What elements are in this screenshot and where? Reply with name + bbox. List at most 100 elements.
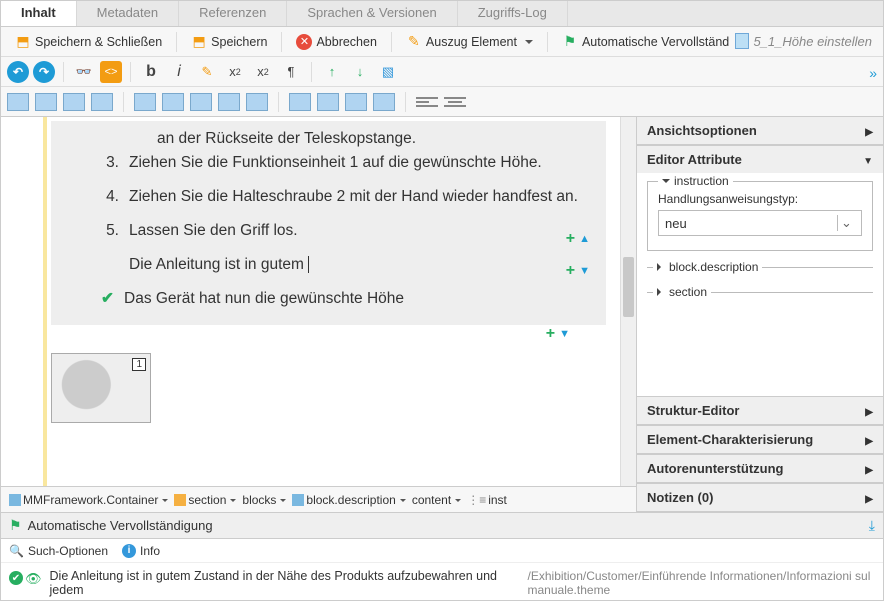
table-btn-5[interactable] bbox=[134, 93, 156, 111]
arrow-down-button[interactable]: ↓ bbox=[348, 60, 372, 84]
bc-inst[interactable]: ⋮≡inst bbox=[467, 493, 507, 507]
tab-metadata[interactable]: Metadaten bbox=[77, 1, 179, 26]
author-support-label: Autorenunterstützung bbox=[647, 461, 783, 476]
collapse-bottom-panel[interactable]: ⤓ bbox=[869, 517, 875, 534]
insert-handle-1[interactable]: +▲ bbox=[566, 227, 590, 252]
section-legend[interactable]: section bbox=[653, 285, 711, 299]
expand-format-toolbar[interactable]: » bbox=[869, 65, 877, 81]
autocomplete-result-row[interactable]: ✔ 👁 Die Anleitung ist in gutem Zustand i… bbox=[1, 563, 883, 603]
table-btn-1[interactable] bbox=[7, 93, 29, 111]
table-btn-4[interactable] bbox=[91, 93, 113, 111]
chevron-right-icon bbox=[865, 433, 873, 447]
bold-button[interactable]: b bbox=[139, 60, 163, 84]
extract-element-button[interactable]: ✎ Auszug Element bbox=[398, 31, 541, 53]
accordion-elem-char[interactable]: Element-Charakterisierung bbox=[637, 425, 883, 454]
tab-accesslog[interactable]: Zugriffs-Log bbox=[458, 1, 568, 26]
save-button[interactable]: ⬒ Speichern bbox=[183, 31, 275, 53]
scrollbar-thumb[interactable] bbox=[623, 257, 634, 317]
table-btn-3[interactable] bbox=[63, 93, 85, 111]
table-btn-13[interactable] bbox=[373, 93, 395, 111]
instruction-type-label: Handlungsanweisungstyp: bbox=[658, 192, 862, 206]
tab-languages[interactable]: Sprachen & Versionen bbox=[287, 1, 457, 26]
table-btn-9[interactable] bbox=[246, 93, 268, 111]
editor-body[interactable]: an der Rückseite der Teleskopstange. 3.Z… bbox=[1, 117, 636, 486]
flag-icon: ⚑ bbox=[9, 517, 22, 534]
cancel-button[interactable]: ✕ Abbrechen bbox=[288, 31, 384, 53]
typing-line[interactable]: Die Anleitung ist in gutem bbox=[129, 253, 596, 277]
step-text: Lassen Sie den Griff los. bbox=[129, 219, 298, 243]
insert-handle-3[interactable]: +▼ bbox=[546, 325, 570, 343]
save-close-label: Speichern & Schließen bbox=[35, 35, 162, 49]
table-btn-10[interactable] bbox=[289, 93, 311, 111]
info-button[interactable]: i Info bbox=[122, 544, 160, 558]
arrow-down-icon: ▼ bbox=[559, 328, 570, 340]
file-title-text: 5_1_Höhe einstellen bbox=[753, 34, 872, 49]
block-icon bbox=[292, 494, 304, 506]
bc-content[interactable]: content bbox=[412, 493, 461, 507]
save-close-button[interactable]: ⬒ Speichern & Schließen bbox=[7, 31, 170, 53]
table-btn-11[interactable] bbox=[317, 93, 339, 111]
bc-container[interactable]: MMFramework.Container bbox=[9, 493, 168, 507]
struct-editor-label: Struktur-Editor bbox=[647, 403, 739, 418]
image-callout: 1 bbox=[132, 358, 146, 371]
save-label: Speichern bbox=[211, 35, 267, 49]
align-left-button[interactable] bbox=[416, 94, 438, 110]
insert-handle-2[interactable]: +▼ bbox=[566, 259, 590, 284]
accordion-notes[interactable]: Notizen (0) bbox=[637, 483, 883, 512]
view-options-label: Ansichtsoptionen bbox=[647, 123, 757, 138]
table-btn-12[interactable] bbox=[345, 93, 367, 111]
accordion-view-options[interactable]: Ansichtsoptionen bbox=[637, 117, 883, 145]
instruction-type-select[interactable]: neu ⌄ bbox=[658, 210, 862, 236]
highlight-button[interactable]: ✎ bbox=[195, 60, 219, 84]
save-icon: ⬒ bbox=[191, 34, 207, 50]
notes-label: Notizen (0) bbox=[647, 490, 713, 505]
expand-icon bbox=[657, 263, 665, 271]
eye-icon: 👁 bbox=[25, 571, 42, 597]
instruction-legend[interactable]: instruction bbox=[658, 174, 733, 188]
chevron-right-icon bbox=[865, 462, 873, 476]
scrollbar[interactable] bbox=[620, 117, 636, 486]
align-center-button[interactable] bbox=[444, 94, 466, 110]
continuation-line: an der Rückseite der Teleskopstange. bbox=[157, 127, 596, 151]
select-value: neu bbox=[665, 216, 687, 231]
tab-references[interactable]: Referenzen bbox=[179, 1, 287, 26]
accordion-struct-editor[interactable]: Struktur-Editor bbox=[637, 396, 883, 425]
bottom-panel-tools: 🔍 Such-Optionen i Info bbox=[1, 539, 883, 563]
glasses-icon[interactable]: 👓 bbox=[72, 60, 96, 84]
arrow-up-button[interactable]: ↑ bbox=[320, 60, 344, 84]
superscript-button[interactable]: x2 bbox=[251, 60, 275, 84]
code-view-button[interactable]: <> bbox=[100, 61, 122, 83]
table-btn-2[interactable] bbox=[35, 93, 57, 111]
elem-char-label: Element-Charakterisierung bbox=[647, 432, 813, 447]
chevron-right-icon bbox=[865, 124, 873, 138]
tab-content[interactable]: Inhalt bbox=[1, 1, 77, 26]
redo-button[interactable]: ↷ bbox=[33, 61, 55, 83]
bottom-panel-header: ⚑ Automatische Vervollständigung ⤓ bbox=[1, 513, 883, 539]
save-close-icon: ⬒ bbox=[15, 34, 31, 50]
expand-icon bbox=[657, 288, 665, 296]
bc-section[interactable]: section bbox=[174, 493, 236, 507]
pilcrow-button[interactable]: ¶ bbox=[279, 60, 303, 84]
embedded-image[interactable]: 1 bbox=[51, 353, 151, 423]
table-btn-7[interactable] bbox=[190, 93, 212, 111]
bc-blocks[interactable]: blocks bbox=[242, 493, 286, 507]
open-file-title: 5_1_Höhe einstellen bbox=[729, 27, 878, 55]
flag-icon: ⚑ bbox=[562, 34, 578, 50]
italic-button[interactable]: i bbox=[167, 60, 191, 84]
bc-blockdesc[interactable]: block.description bbox=[292, 493, 405, 507]
table-btn-8[interactable] bbox=[218, 93, 240, 111]
subscript-button[interactable]: x2 bbox=[223, 60, 247, 84]
accordion-author-support[interactable]: Autorenunterstützung bbox=[637, 454, 883, 483]
toolbar-table bbox=[1, 87, 883, 117]
table-btn-6[interactable] bbox=[162, 93, 184, 111]
layers-button[interactable]: ▧ bbox=[376, 60, 400, 84]
undo-button[interactable]: ↶ bbox=[7, 61, 29, 83]
check-icon: ✔ bbox=[101, 287, 114, 311]
search-options-button[interactable]: 🔍 Such-Optionen bbox=[9, 544, 108, 558]
step-num: 4. bbox=[101, 185, 119, 209]
step-num: 5. bbox=[101, 219, 119, 243]
cancel-label: Abbrechen bbox=[316, 35, 376, 49]
accordion-editor-attr[interactable]: Editor Attribute bbox=[637, 145, 883, 173]
blockdesc-legend[interactable]: block.description bbox=[653, 260, 762, 274]
document-icon bbox=[735, 33, 749, 49]
